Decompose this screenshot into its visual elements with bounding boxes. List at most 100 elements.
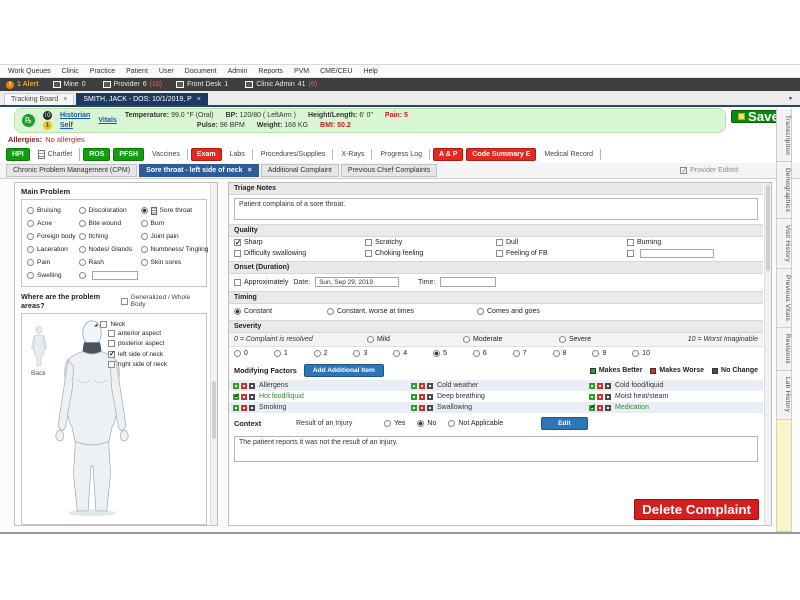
timing-option[interactable]: Constant, worse at times bbox=[327, 308, 477, 315]
problem-radio[interactable] bbox=[27, 246, 34, 253]
close-icon[interactable]: × bbox=[248, 167, 252, 174]
problem-radio[interactable] bbox=[27, 207, 34, 214]
generalized-checkbox[interactable] bbox=[121, 298, 128, 305]
problem-option[interactable]: Nodes/ Glands bbox=[76, 243, 138, 256]
severity-scale-radio[interactable] bbox=[553, 350, 560, 357]
close-icon[interactable]: × bbox=[197, 96, 201, 103]
tree-expand-icon[interactable]: ◢ bbox=[94, 322, 97, 328]
menu-item[interactable]: Patient bbox=[126, 68, 148, 75]
problem-radio[interactable] bbox=[79, 233, 86, 240]
area-checkbox[interactable] bbox=[108, 330, 115, 337]
no-change-checkbox[interactable] bbox=[605, 383, 611, 389]
tree-leaf[interactable]: right side of neck bbox=[108, 360, 204, 371]
menu-item[interactable]: Admin bbox=[228, 68, 248, 75]
severity-scale-radio[interactable] bbox=[473, 350, 480, 357]
severity-word-radio[interactable] bbox=[559, 336, 566, 343]
problem-option[interactable]: Itching bbox=[76, 230, 138, 243]
makes-better-checkbox[interactable] bbox=[589, 394, 595, 400]
provider-edited-toggle[interactable]: Provider Edited bbox=[680, 167, 738, 174]
alerts-chip[interactable]: ! 1 Alert bbox=[6, 81, 39, 89]
makes-worse-checkbox[interactable] bbox=[597, 405, 603, 411]
no-change-checkbox[interactable] bbox=[427, 405, 433, 411]
add-additional-item-button[interactable]: Add Additional Item bbox=[304, 364, 384, 377]
severity-scale-option[interactable]: 0 bbox=[234, 350, 274, 357]
makes-better-checkbox[interactable] bbox=[411, 394, 417, 400]
complaint-tab[interactable]: Sore throat - left side of neck × bbox=[139, 164, 259, 177]
severity-word-option[interactable]: Severe bbox=[559, 336, 655, 343]
problem-option[interactable]: Acne bbox=[24, 217, 76, 230]
chart-tab[interactable]: Labs bbox=[225, 149, 253, 160]
makes-better-checkbox[interactable] bbox=[233, 383, 239, 389]
severity-scale-radio[interactable] bbox=[433, 350, 440, 357]
provider-edited-checkbox[interactable] bbox=[680, 167, 687, 174]
problem-radio[interactable] bbox=[79, 272, 86, 279]
menu-item[interactable]: Practice bbox=[90, 68, 115, 75]
chart-tab[interactable]: Code Summary E bbox=[466, 148, 536, 161]
tree-node-neck[interactable]: ◢ Neck bbox=[94, 321, 204, 328]
modifying-factor-row[interactable]: Medication bbox=[585, 402, 763, 413]
problem-option[interactable]: Sore throat bbox=[138, 204, 209, 217]
problem-radio[interactable] bbox=[27, 220, 34, 227]
onset-time-input[interactable] bbox=[440, 277, 496, 287]
problem-option[interactable]: Foreign body bbox=[24, 230, 76, 243]
right-panel-scrollbar[interactable] bbox=[764, 183, 771, 525]
makes-worse-checkbox[interactable] bbox=[597, 394, 603, 400]
injury-option[interactable]: Not Applicable bbox=[448, 420, 503, 427]
problem-radio[interactable] bbox=[27, 233, 34, 240]
makes-worse-checkbox[interactable] bbox=[241, 394, 247, 400]
quality-checkbox[interactable] bbox=[365, 239, 372, 246]
severity-word-option[interactable]: Moderate bbox=[463, 336, 559, 343]
severity-scale-option[interactable]: 6 bbox=[473, 350, 513, 357]
work-queue-chip[interactable]: Front Desk 1 bbox=[176, 81, 231, 88]
side-tab[interactable]: Revisions bbox=[776, 328, 792, 371]
no-change-checkbox[interactable] bbox=[605, 405, 611, 411]
makes-worse-checkbox[interactable] bbox=[419, 405, 425, 411]
rx-icon[interactable]: ℞ bbox=[22, 114, 35, 127]
side-tab[interactable]: Lab History bbox=[776, 371, 792, 419]
severity-scale-option[interactable]: 3 bbox=[353, 350, 393, 357]
timing-option[interactable]: Comes and goes bbox=[477, 308, 758, 315]
scrollbar-thumb[interactable] bbox=[766, 185, 770, 271]
problem-option[interactable]: Pain bbox=[24, 256, 76, 269]
quality-checkbox[interactable] bbox=[234, 250, 241, 257]
injury-option[interactable]: Yes bbox=[384, 420, 405, 427]
chart-tab[interactable]: Progress Log bbox=[375, 149, 430, 160]
problem-radio[interactable] bbox=[141, 220, 148, 227]
quality-checkbox[interactable] bbox=[234, 239, 241, 246]
complaint-tab[interactable]: Previous Chief Complaints × bbox=[341, 164, 437, 177]
chart-tab[interactable]: HPI bbox=[6, 148, 30, 161]
problem-radio[interactable] bbox=[141, 259, 148, 266]
approximately-checkbox[interactable] bbox=[234, 279, 241, 286]
menu-item[interactable]: PVM bbox=[294, 68, 309, 75]
quality-checkbox[interactable] bbox=[496, 239, 503, 246]
modifying-factor-row[interactable]: Moist heat/steam bbox=[585, 391, 763, 402]
problem-radio[interactable] bbox=[141, 233, 148, 240]
generalized-toggle[interactable]: Generalized / Whole Body bbox=[121, 294, 203, 308]
menu-item[interactable]: User bbox=[159, 68, 174, 75]
no-change-checkbox[interactable] bbox=[605, 394, 611, 400]
makes-worse-checkbox[interactable] bbox=[241, 383, 247, 389]
problem-option[interactable]: Discoloration bbox=[76, 204, 138, 217]
quality-option[interactable]: Feeling of FB bbox=[496, 249, 627, 258]
problem-radio[interactable] bbox=[79, 259, 86, 266]
makes-better-checkbox[interactable] bbox=[233, 405, 239, 411]
area-checkbox[interactable] bbox=[108, 361, 115, 368]
quality-other-input[interactable] bbox=[640, 249, 714, 258]
quality-option[interactable]: Burning bbox=[627, 239, 758, 246]
severity-scale-option[interactable]: 4 bbox=[393, 350, 433, 357]
modifying-factor-row[interactable]: Smoking bbox=[229, 402, 407, 413]
chart-tab[interactable]: Chartlet bbox=[33, 148, 81, 161]
problem-option[interactable]: Bruising bbox=[24, 204, 76, 217]
chart-tab[interactable]: ROS bbox=[83, 148, 110, 161]
timing-radio[interactable] bbox=[477, 308, 484, 315]
problem-radio[interactable] bbox=[79, 207, 86, 214]
no-change-checkbox[interactable] bbox=[249, 405, 255, 411]
severity-scale-option[interactable]: 5 bbox=[433, 350, 473, 357]
warning-count-badge[interactable]: 1 bbox=[43, 121, 52, 130]
tree-leaf[interactable]: anterior aspect bbox=[108, 328, 204, 339]
side-tab[interactable]: Transcription bbox=[776, 109, 792, 162]
triage-notes-box[interactable]: Patient complains of a sore throat. bbox=[234, 198, 758, 220]
chart-tab[interactable]: Medical Record bbox=[539, 149, 601, 160]
severity-scale-radio[interactable] bbox=[632, 350, 639, 357]
timing-radio[interactable] bbox=[327, 308, 334, 315]
